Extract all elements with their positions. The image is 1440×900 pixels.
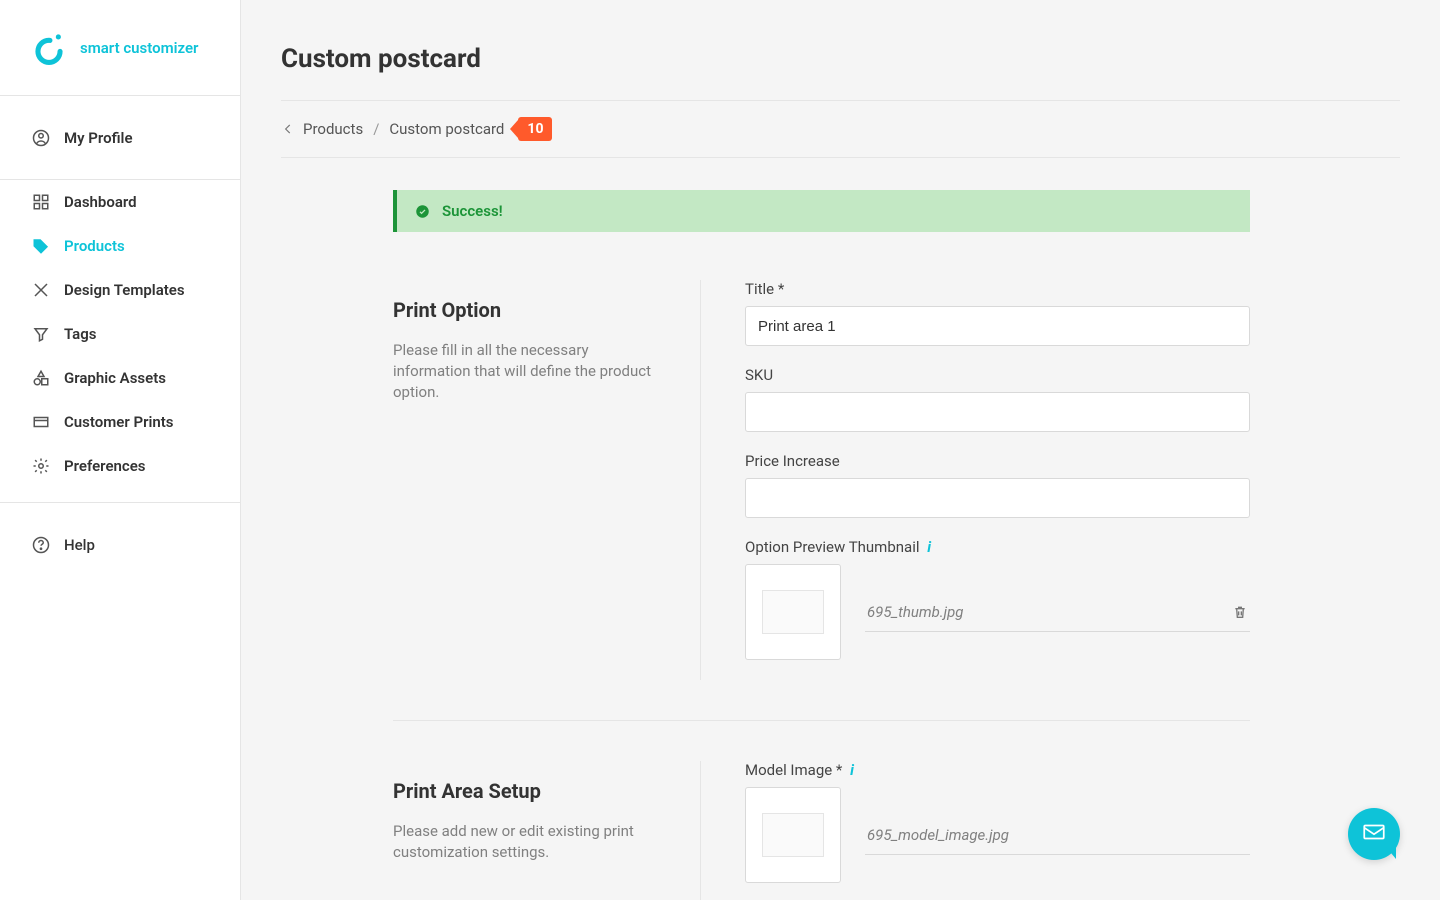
nav-label: Help	[64, 536, 95, 554]
nav-label: Customer Prints	[64, 413, 174, 431]
thumbnail-filename: 695_thumb.jpg	[867, 603, 963, 621]
section-print-area: Print Area Setup Please add new or edit …	[393, 761, 1250, 900]
nav-divider	[0, 502, 240, 503]
alert-text: Success!	[442, 202, 503, 220]
section-fields: Model Image * i 695_model_image.jpg	[701, 761, 1250, 900]
sidebar: smart customizer My Profile Dashboard Pr…	[0, 0, 241, 900]
label-title: Title *	[745, 280, 1250, 298]
nav-label: Products	[64, 237, 125, 255]
check-circle-icon	[415, 204, 430, 219]
field-sku: SKU	[745, 366, 1250, 432]
nav-design-templates[interactable]: Design Templates	[0, 268, 240, 312]
input-sku[interactable]	[745, 392, 1250, 432]
gear-icon	[32, 457, 50, 475]
nav-customer-prints[interactable]: Customer Prints	[0, 400, 240, 444]
alert-success: Success!	[393, 190, 1250, 232]
dashboard-icon	[32, 193, 50, 211]
nav-label: Tags	[64, 325, 97, 343]
model-image-preview[interactable]	[745, 787, 841, 883]
section-title: Print Option	[393, 298, 656, 322]
label-price: Price Increase	[745, 452, 1250, 470]
thumbnail-file-row: 695_thumb.jpg	[865, 593, 1250, 632]
help-icon	[32, 536, 50, 554]
nav-preferences[interactable]: Preferences	[0, 444, 240, 488]
section-description: Please fill in all the necessary informa…	[393, 340, 656, 403]
field-price-increase: Price Increase	[745, 452, 1250, 518]
field-thumbnail: Option Preview Thumbnail i 695_thumb.jpg	[745, 538, 1250, 660]
mail-icon	[1361, 819, 1387, 849]
nav-label: Preferences	[64, 457, 146, 475]
breadcrumb: Products / Custom postcard 10	[281, 100, 1400, 158]
shapes-icon	[32, 369, 50, 387]
section-header: Print Area Setup Please add new or edit …	[393, 761, 701, 900]
logo-area[interactable]: smart customizer	[0, 0, 240, 96]
breadcrumb-badge[interactable]: 10	[518, 117, 552, 141]
label-model-image: Model Image * i	[745, 761, 1250, 779]
model-image-row: 695_model_image.jpg	[745, 787, 1250, 883]
trash-icon[interactable]	[1232, 604, 1248, 620]
info-icon[interactable]: i	[927, 538, 931, 556]
user-circle-icon	[32, 129, 50, 147]
nav-graphic-assets[interactable]: Graphic Assets	[0, 356, 240, 400]
model-image-placeholder	[762, 813, 824, 857]
section-print-option: Print Option Please fill in all the nece…	[393, 280, 1250, 680]
nav-label: Dashboard	[64, 193, 137, 211]
label-sku: SKU	[745, 366, 1250, 384]
nav-label: Graphic Assets	[64, 369, 166, 387]
page-title: Custom postcard	[281, 44, 1400, 74]
breadcrumb-products[interactable]: Products	[303, 120, 363, 138]
tag-icon	[32, 237, 50, 255]
field-title: Title *	[745, 280, 1250, 346]
thumbnail-row: 695_thumb.jpg	[745, 564, 1250, 660]
nav-my-profile[interactable]: My Profile	[0, 96, 240, 180]
breadcrumb-sep: /	[373, 120, 379, 138]
main-content: Custom postcard Products / Custom postca…	[241, 0, 1440, 900]
nav-main: Dashboard Products Design Templates Tags…	[0, 180, 240, 567]
nav-label: Design Templates	[64, 281, 185, 299]
thumbnail-placeholder	[762, 590, 824, 634]
model-image-file-row: 695_model_image.jpg	[865, 816, 1250, 855]
logo-icon	[32, 31, 66, 65]
design-icon	[32, 281, 50, 299]
thumbnail-preview[interactable]	[745, 564, 841, 660]
nav-dashboard[interactable]: Dashboard	[0, 180, 240, 224]
nav-products[interactable]: Products	[0, 224, 240, 268]
section-divider	[393, 720, 1250, 721]
nav-help[interactable]: Help	[0, 523, 240, 567]
label-thumbnail: Option Preview Thumbnail i	[745, 538, 1250, 556]
chat-fab[interactable]	[1348, 808, 1400, 860]
nav-tags[interactable]: Tags	[0, 312, 240, 356]
section-description: Please add new or edit existing print cu…	[393, 821, 656, 863]
input-price[interactable]	[745, 478, 1250, 518]
info-icon[interactable]: i	[850, 761, 854, 779]
section-header: Print Option Please fill in all the nece…	[393, 280, 701, 680]
nav-label: My Profile	[64, 129, 133, 147]
section-fields: Title * SKU Price Increase Option Previe…	[701, 280, 1250, 680]
model-image-filename: 695_model_image.jpg	[867, 826, 1009, 844]
back-arrow-icon[interactable]	[281, 122, 295, 136]
logo-text: smart customizer	[80, 39, 198, 57]
section-title: Print Area Setup	[393, 779, 656, 803]
field-model-image: Model Image * i 695_model_image.jpg	[745, 761, 1250, 883]
filter-icon	[32, 325, 50, 343]
input-title[interactable]	[745, 306, 1250, 346]
prints-icon	[32, 413, 50, 431]
breadcrumb-current[interactable]: Custom postcard	[389, 120, 504, 138]
